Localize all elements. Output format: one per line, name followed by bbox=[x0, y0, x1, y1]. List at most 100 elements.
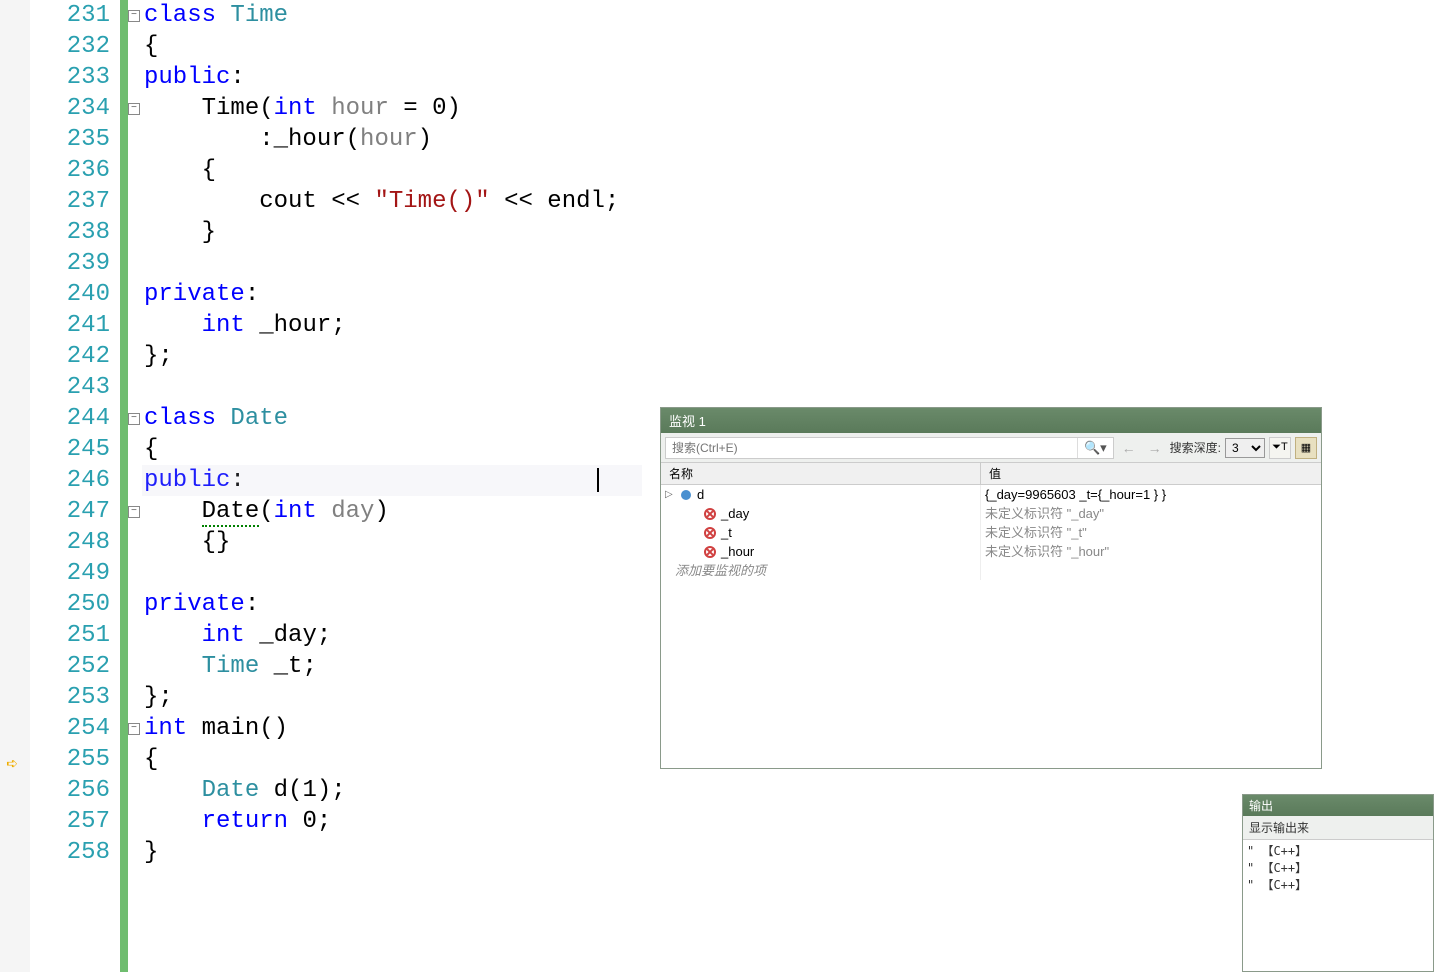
line-number: 234 bbox=[30, 93, 110, 124]
watch-window: 监视 1 🔍▾ ← → 搜索深度: 3 ⏷T ▦ 名称 值 ▷ d {_day=99… bbox=[660, 407, 1322, 769]
line-number: 245 bbox=[30, 434, 110, 465]
keyword: int bbox=[144, 715, 187, 742]
line-number: 242 bbox=[30, 341, 110, 372]
error-icon bbox=[704, 527, 716, 539]
ctor-name: Date bbox=[202, 498, 260, 527]
watch-var-value: 未定义标识符 "_hour" bbox=[981, 542, 1321, 561]
search-box[interactable]: 🔍▾ bbox=[665, 437, 1114, 459]
line-number: 235 bbox=[30, 124, 110, 155]
watch-toolbar: 🔍▾ ← → 搜索深度: 3 ⏷T ▦ bbox=[661, 433, 1321, 463]
watch-var-value: {_day=9965603 _t={_hour=1 } } bbox=[981, 485, 1321, 504]
line-number: 231 bbox=[30, 0, 110, 31]
col-value-header[interactable]: 值 bbox=[981, 463, 1321, 484]
local-var: d bbox=[274, 777, 288, 804]
member-var: _day bbox=[259, 622, 317, 649]
prev-button[interactable]: ← bbox=[1118, 437, 1140, 459]
member-init: _hour bbox=[274, 126, 346, 153]
error-icon bbox=[704, 546, 716, 558]
line-number: 241 bbox=[30, 310, 110, 341]
member-var: _hour bbox=[259, 312, 331, 339]
watch-var-value: 未定义标识符 "_t" bbox=[981, 523, 1321, 542]
watch-row[interactable]: _hour 未定义标识符 "_hour" bbox=[661, 542, 1321, 561]
func-name: main bbox=[202, 715, 260, 742]
ident: cout bbox=[259, 188, 317, 215]
line-number: 252 bbox=[30, 651, 110, 682]
text-cursor bbox=[597, 468, 599, 492]
output-source-label: 显示输出来 bbox=[1243, 816, 1433, 840]
watch-var-name: _hour bbox=[721, 542, 754, 561]
output-line: " 【C++】 bbox=[1247, 876, 1429, 893]
keyword: int bbox=[274, 498, 317, 525]
fold-toggle-icon[interactable]: − bbox=[128, 10, 140, 22]
line-number: 256 bbox=[30, 775, 110, 806]
line-number: 247 bbox=[30, 496, 110, 527]
line-number: 239 bbox=[30, 248, 110, 279]
line-number: 251 bbox=[30, 620, 110, 651]
fold-gutter[interactable]: − − − − − bbox=[128, 0, 142, 972]
watch-var-name: _t bbox=[721, 523, 732, 542]
fold-toggle-icon[interactable]: − bbox=[128, 413, 140, 425]
output-title: 输出 bbox=[1243, 795, 1433, 816]
keyword: class bbox=[144, 405, 216, 432]
object-icon bbox=[681, 490, 691, 500]
line-number: 248 bbox=[30, 527, 110, 558]
search-input[interactable] bbox=[666, 441, 1077, 455]
breakpoint-gutter[interactable]: ➪ bbox=[0, 0, 30, 972]
keyword: private bbox=[144, 281, 245, 308]
keyword: int bbox=[202, 622, 245, 649]
watch-rows: ▷ d {_day=9965603 _t={_hour=1 } }_day未定义标识… bbox=[661, 485, 1321, 768]
string-literal: "Time()" bbox=[374, 188, 489, 215]
param: hour bbox=[331, 95, 389, 122]
literal: 0 bbox=[432, 95, 446, 122]
watch-title: 监视 1 bbox=[661, 408, 1321, 433]
line-number: 254 bbox=[30, 713, 110, 744]
line-number: 246 bbox=[30, 465, 110, 496]
line-number: 232 bbox=[30, 31, 110, 62]
line-number: 233 bbox=[30, 62, 110, 93]
line-number: 243 bbox=[30, 372, 110, 403]
filter-button[interactable]: ⏷T bbox=[1269, 437, 1291, 459]
line-number-gutter: 2312322332342352362372382392402412422432… bbox=[30, 0, 120, 972]
literal: 0 bbox=[302, 808, 316, 835]
param: hour bbox=[360, 126, 418, 153]
keyword: int bbox=[274, 95, 317, 122]
output-line: " 【C++】 bbox=[1247, 859, 1429, 876]
output-body[interactable]: " 【C++】" 【C++】" 【C++】 bbox=[1243, 840, 1433, 971]
watch-row[interactable]: ▷ d {_day=9965603 _t={_hour=1 } } bbox=[661, 485, 1321, 504]
line-number: 237 bbox=[30, 186, 110, 217]
search-icon[interactable]: 🔍▾ bbox=[1077, 438, 1113, 458]
line-number: 258 bbox=[30, 837, 110, 868]
watch-row[interactable]: _day未定义标识符 "_day" bbox=[661, 504, 1321, 523]
type-name: Date bbox=[230, 405, 288, 432]
ident: endl bbox=[547, 188, 605, 215]
output-line: " 【C++】 bbox=[1247, 842, 1429, 859]
keyword: private bbox=[144, 591, 245, 618]
param: day bbox=[331, 498, 374, 525]
fold-toggle-icon[interactable]: − bbox=[128, 723, 140, 735]
line-number: 255 bbox=[30, 744, 110, 775]
line-number: 238 bbox=[30, 217, 110, 248]
type-name: Date bbox=[202, 777, 260, 804]
type-name: Time bbox=[202, 653, 260, 680]
expand-icon[interactable]: ▷ bbox=[665, 485, 675, 504]
output-window: 输出 显示输出来 " 【C++】" 【C++】" 【C++】 bbox=[1242, 794, 1434, 972]
member-var: _t bbox=[274, 653, 303, 680]
keyword: public bbox=[144, 64, 230, 91]
fold-toggle-icon[interactable]: − bbox=[128, 506, 140, 518]
depth-select[interactable]: 3 bbox=[1225, 438, 1265, 458]
watch-var-name: d bbox=[697, 485, 704, 504]
line-number: 257 bbox=[30, 806, 110, 837]
watch-row[interactable]: _t 未定义标识符 "_t" bbox=[661, 523, 1321, 542]
type-name: Time bbox=[230, 2, 288, 29]
add-watch-row[interactable]: 添加要监视的项 bbox=[661, 561, 1321, 580]
keyword: class bbox=[144, 2, 216, 29]
next-button[interactable]: → bbox=[1144, 437, 1166, 459]
watch-columns: 名称 值 bbox=[661, 463, 1321, 485]
line-number: 240 bbox=[30, 279, 110, 310]
literal: 1 bbox=[302, 777, 316, 804]
fold-toggle-icon[interactable]: − bbox=[128, 103, 140, 115]
line-number: 244 bbox=[30, 403, 110, 434]
line-number: 250 bbox=[30, 589, 110, 620]
highlight-button[interactable]: ▦ bbox=[1295, 437, 1317, 459]
col-name-header[interactable]: 名称 bbox=[661, 463, 981, 484]
